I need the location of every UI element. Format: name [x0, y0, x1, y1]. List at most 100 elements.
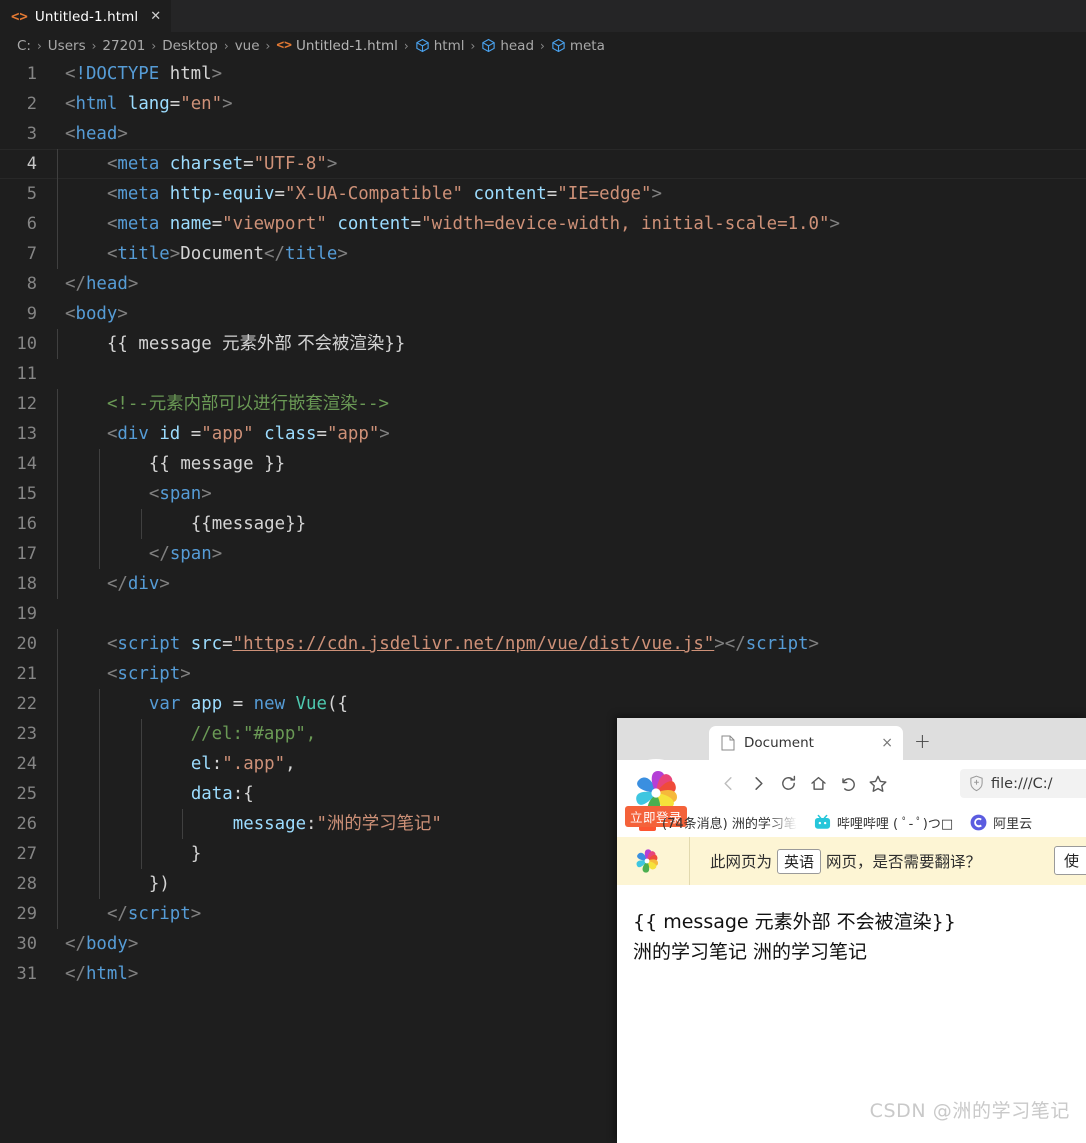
address-bar[interactable]: file:///C:/: [960, 769, 1086, 798]
code-line[interactable]: 8 </head>: [0, 269, 1086, 299]
line-number: 3: [26, 124, 37, 144]
bookmark-label: 哔哩哔哩 ( ﾟ- ﾟ)つ□: [836, 816, 954, 832]
code-line[interactable]: 12 <!--元素内部可以进行嵌套渲染-->: [0, 389, 1086, 419]
indent-guide: [140, 809, 142, 839]
code-text: {{message}}: [57, 509, 1086, 539]
indent-guide: [182, 809, 184, 839]
breadcrumb-item-meta[interactable]: meta: [551, 38, 605, 54]
line-number: 9: [26, 304, 37, 324]
code-text: {{ message 元素外部 不会被渲染}}: [57, 329, 1086, 359]
indent-guide: [57, 809, 58, 839]
breadcrumb-item-head[interactable]: head: [481, 38, 534, 54]
breadcrumb-label: vue: [234, 37, 260, 54]
breadcrumb-separator-icon: ›: [151, 38, 157, 53]
indent-guide: [57, 839, 58, 869]
breadcrumb-item-users[interactable]: Users: [48, 38, 86, 54]
back-button[interactable]: [713, 769, 743, 799]
line-number: 1: [26, 64, 37, 84]
breadcrumb-item-drive[interactable]: C:: [17, 38, 31, 54]
breadcrumb-separator-icon: ›: [470, 38, 476, 53]
code-text: <!DOCTYPE html>: [65, 64, 223, 84]
code-text: <title>Document</title>: [57, 239, 1086, 269]
breadcrumb-label: 27201: [102, 37, 146, 54]
indent-guide: [98, 539, 100, 569]
code-line[interactable]: 7 <title>Document</title>: [0, 239, 1086, 269]
undo-icon[interactable]: [833, 769, 863, 799]
breadcrumb-item-vue[interactable]: vue: [235, 38, 260, 54]
breadcrumb-item-desktop[interactable]: Desktop: [162, 38, 218, 54]
bookmark-label: (74条消息) 洲的学习笔: [662, 816, 797, 832]
code-line[interactable]: 19: [0, 599, 1086, 629]
new-tab-button[interactable]: +: [914, 731, 931, 751]
code-line[interactable]: 17 </span>: [0, 539, 1086, 569]
breadcrumb-separator-icon: ›: [540, 38, 545, 53]
line-number: 22: [16, 694, 37, 714]
code-line[interactable]: 4 <meta charset="UTF-8">: [0, 149, 1086, 179]
translate-suffix: 网页，是否需要翻译？: [826, 853, 982, 871]
line-number: 2: [26, 94, 37, 114]
bookmark-item-bilibili[interactable]: 哔哩哔哩 ( ﾟ- ﾟ)つ□: [814, 813, 953, 832]
code-text: <div id ="app" class="app">: [57, 419, 1086, 449]
home-icon[interactable]: [803, 769, 833, 799]
indent-guide: [57, 899, 58, 929]
360-pinwheel-icon: [631, 845, 663, 877]
code-line[interactable]: 3 <head>: [0, 119, 1086, 149]
tab-strip-empty-area: [171, 0, 1086, 32]
line-number: 4: [26, 154, 37, 174]
code-line[interactable]: 11: [0, 359, 1086, 389]
indent-guide: [98, 839, 100, 869]
code-text: <meta http-equiv="X-UA-Compatible" conte…: [57, 179, 1086, 209]
code-text: <body>: [65, 304, 128, 324]
breadcrumb-label: html: [433, 37, 465, 54]
bookmark-label: 阿里云: [993, 816, 1033, 832]
code-line[interactable]: 9 <body>: [0, 299, 1086, 329]
translate-notification-bar: 此网页为 英语 网页，是否需要翻译？ 使: [617, 837, 1086, 886]
translate-language-select[interactable]: 英语: [777, 848, 822, 874]
indent-guide: [57, 419, 58, 449]
code-line[interactable]: 5 <meta http-equiv="X-UA-Compatible" con…: [0, 179, 1086, 209]
translate-confirm-button[interactable]: 使: [1054, 846, 1086, 875]
code-text: <meta name="viewport" content="width=dev…: [57, 209, 1086, 239]
code-line[interactable]: 16 {{message}}: [0, 509, 1086, 539]
code-line[interactable]: 6 <meta name="viewport" content="width=d…: [0, 209, 1086, 239]
code-line[interactable]: 15 <span>: [0, 479, 1086, 509]
code-line[interactable]: 1 <!DOCTYPE html>: [0, 59, 1086, 89]
indent-guide: [57, 509, 58, 539]
line-number: 10: [16, 334, 37, 354]
code-line[interactable]: 21 <script>: [0, 659, 1086, 689]
browser-tab-document[interactable]: Document ×: [709, 726, 903, 760]
code-line[interactable]: 14 {{ message }}: [0, 449, 1086, 479]
line-number: 8: [26, 274, 37, 294]
indent-guide: [98, 779, 100, 809]
bookmark-item-aliyun[interactable]: 阿里云: [970, 813, 1032, 832]
line-number: 6: [26, 214, 37, 234]
browser-window[interactable]: Document × + file:///C:/ 立即登录 (74条消息) 洲的…: [617, 718, 1086, 1143]
indent-guide: [140, 839, 142, 869]
indent-guide: [98, 509, 100, 539]
code-line[interactable]: 10 {{ message 元素外部 不会被渲染}}: [0, 329, 1086, 359]
reload-icon[interactable]: [773, 769, 803, 799]
code-line[interactable]: 13 <div id ="app" class="app">: [0, 419, 1086, 449]
breadcrumb-item-file[interactable]: <> Untitled-1.html: [276, 38, 398, 54]
code-line[interactable]: 20 <script src="https://cdn.jsdelivr.net…: [0, 629, 1086, 659]
code-text: {{ message }}: [57, 449, 1086, 479]
indent-guide: [57, 689, 58, 719]
editor-tab-untitled-1-html[interactable]: <> Untitled-1.html ✕: [0, 0, 172, 32]
code-line[interactable]: 22 var app = new Vue({: [0, 689, 1086, 719]
close-icon[interactable]: ✕: [150, 10, 161, 23]
breadcrumb-item-27201[interactable]: 27201: [102, 38, 145, 54]
browser-toolbar: file:///C:/ 立即登录: [617, 760, 1086, 827]
code-line[interactable]: 2 <html lang="en">: [0, 89, 1086, 119]
star-icon[interactable]: [863, 769, 893, 799]
forward-button[interactable]: [743, 769, 773, 799]
indent-guide: [57, 149, 58, 179]
bookmark-item-csdn[interactable]: C (74条消息) 洲的学习笔: [639, 813, 797, 832]
line-number: 29: [16, 904, 37, 924]
symbol-cube-icon: [551, 38, 566, 53]
indent-guide: [57, 629, 58, 659]
line-number: 13: [16, 424, 37, 444]
breadcrumb-item-html[interactable]: html: [415, 38, 465, 54]
code-line[interactable]: 18 </div>: [0, 569, 1086, 599]
code-text: </head>: [65, 274, 139, 294]
close-icon[interactable]: ×: [879, 736, 895, 750]
